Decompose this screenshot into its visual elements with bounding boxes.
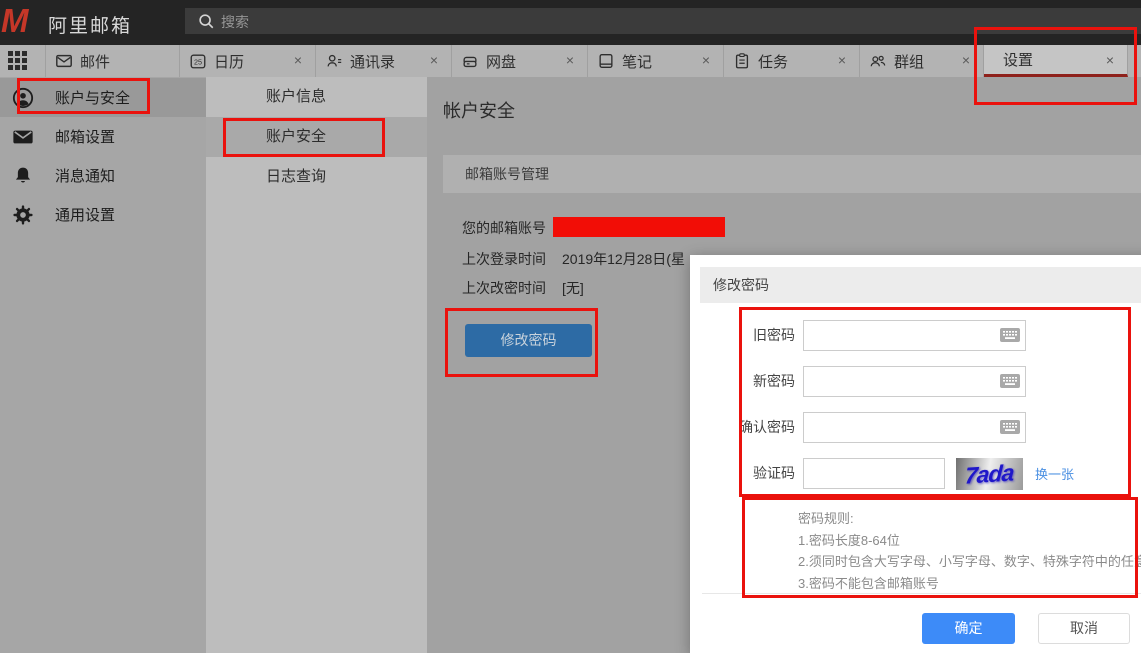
new-password-label: 新密码 bbox=[690, 366, 795, 397]
apps-grid-icon[interactable] bbox=[8, 51, 35, 71]
old-password-label: 旧密码 bbox=[690, 320, 795, 351]
drive-icon bbox=[461, 52, 479, 70]
sidebar-item-label: 邮箱设置 bbox=[55, 126, 115, 147]
tab-label: 网盘 bbox=[486, 51, 516, 72]
submenu-item-account-security[interactable]: 账户安全 bbox=[206, 117, 427, 157]
email-redaction-annotation bbox=[553, 217, 725, 237]
tab-label: 笔记 bbox=[622, 51, 652, 72]
tab-close-icon[interactable]: × bbox=[959, 52, 973, 68]
change-password-button[interactable]: 修改密码 bbox=[465, 324, 592, 357]
account-security-submenu: 账户信息账户安全日志查询 bbox=[206, 77, 427, 653]
dialog-footer-divider bbox=[702, 593, 1141, 594]
change-password-dialog: 修改密码 旧密码新密码确认密码验证码 7ada 换一张 密码规则:1.密码长度8… bbox=[690, 255, 1141, 653]
mail-icon bbox=[55, 52, 73, 70]
info-row-last-password-change: 上次改密时间[无] bbox=[462, 278, 546, 298]
confirm-password-label: 确认密码 bbox=[690, 412, 795, 443]
tab-close-icon[interactable]: × bbox=[563, 52, 577, 68]
alimail-logo-icon: M bbox=[1, 2, 29, 40]
captcha-label: 验证码 bbox=[690, 458, 795, 489]
sidebar-item-label: 通用设置 bbox=[55, 204, 115, 225]
search-icon bbox=[197, 12, 215, 30]
info-value: [无] bbox=[562, 278, 584, 298]
info-row-email-account: 您的邮箱账号 bbox=[462, 218, 546, 238]
mail-icon bbox=[12, 126, 34, 148]
tab-close-icon[interactable]: × bbox=[1103, 52, 1117, 68]
password-rules: 密码规则:1.密码长度8-64位2.须同时包含大写字母、小写字母、数字、特殊字符… bbox=[798, 508, 1141, 594]
captcha-text: 7ada bbox=[964, 459, 1014, 490]
tab-groups[interactable]: 群组 × bbox=[860, 45, 984, 77]
tab-tasks[interactable]: 任务 × bbox=[724, 45, 860, 77]
tab-calendar[interactable]: 25 日历 × bbox=[180, 45, 316, 77]
dialog-title: 修改密码 bbox=[700, 267, 1141, 303]
account-icon bbox=[12, 87, 34, 109]
tab-close-icon[interactable]: × bbox=[427, 52, 441, 68]
tab-label: 群组 bbox=[894, 51, 924, 72]
confirm-button[interactable]: 确定 bbox=[922, 613, 1015, 644]
search-input[interactable] bbox=[219, 8, 1123, 36]
tab-bar: 邮件 25 日历 × 通讯录 × 网盘 × 笔记 × 任务 × 群组 × 设置 × bbox=[0, 45, 1141, 77]
submenu-item-log-query[interactable]: 日志查询 bbox=[206, 157, 427, 197]
tasks-icon bbox=[733, 52, 751, 70]
keyboard-icon[interactable] bbox=[1000, 420, 1020, 434]
captcha-input[interactable] bbox=[803, 458, 945, 489]
groups-icon bbox=[869, 52, 887, 70]
info-row-last-login-time: 上次登录时间2019年12月28日(星 bbox=[462, 249, 546, 269]
refresh-captcha-link[interactable]: 换一张 bbox=[1035, 464, 1074, 483]
old-password-input[interactable] bbox=[803, 320, 1026, 351]
new-password-input[interactable] bbox=[803, 366, 1026, 397]
sidebar-item-account-and-security[interactable]: 账户与安全 bbox=[0, 78, 206, 117]
sidebar-item-label: 账户与安全 bbox=[55, 87, 130, 108]
tab-close-icon[interactable]: × bbox=[291, 52, 305, 68]
password-rule-line: 2.须同时包含大写字母、小写字母、数字、特殊字符中的任意三种 bbox=[798, 551, 1141, 573]
tab-label: 日历 bbox=[214, 51, 244, 72]
keyboard-icon[interactable] bbox=[1000, 328, 1020, 342]
search-box[interactable] bbox=[185, 8, 1141, 34]
sidebar-item-label: 消息通知 bbox=[55, 165, 115, 186]
info-label: 您的邮箱账号 bbox=[462, 220, 546, 236]
notes-icon bbox=[597, 52, 615, 70]
svg-text:25: 25 bbox=[194, 57, 202, 66]
tab-label: 邮件 bbox=[80, 51, 110, 72]
keyboard-icon[interactable] bbox=[1000, 374, 1020, 388]
tab-contacts[interactable]: 通讯录 × bbox=[316, 45, 452, 77]
info-value: 2019年12月28日(星 bbox=[562, 249, 685, 269]
settings-sidebar: 账户与安全邮箱设置消息通知通用设置 bbox=[0, 77, 206, 653]
sidebar-item-mailbox-settings[interactable]: 邮箱设置 bbox=[0, 117, 206, 156]
tab-drive[interactable]: 网盘 × bbox=[452, 45, 588, 77]
confirm-password-input[interactable] bbox=[803, 412, 1026, 443]
tab-settings[interactable]: 设置 × bbox=[984, 45, 1128, 77]
bell-icon bbox=[12, 165, 34, 187]
gear-icon bbox=[12, 204, 34, 226]
sidebar-item-message-notification[interactable]: 消息通知 bbox=[0, 156, 206, 195]
screen: M 阿里邮箱 邮件25日历×通讯录×网盘×笔记×任务×群组×设置× 账户与安全邮… bbox=[0, 0, 1141, 653]
tab-notes[interactable]: 笔记 × bbox=[588, 45, 724, 77]
contacts-icon bbox=[325, 52, 343, 70]
submenu-item-account-info[interactable]: 账户信息 bbox=[206, 77, 427, 117]
password-rule-line: 密码规则: bbox=[798, 508, 1141, 530]
app-title: 阿里邮箱 bbox=[48, 11, 132, 38]
tab-mail[interactable]: 邮件 bbox=[45, 45, 180, 77]
tab-close-icon[interactable]: × bbox=[699, 52, 713, 68]
page-title: 帐户安全 bbox=[443, 97, 515, 123]
tab-close-icon[interactable]: × bbox=[835, 52, 849, 68]
password-rule-line: 1.密码长度8-64位 bbox=[798, 530, 1141, 552]
captcha-image[interactable]: 7ada bbox=[956, 458, 1023, 490]
top-bar: M 阿里邮箱 bbox=[0, 0, 1141, 45]
info-label: 上次登录时间 bbox=[462, 251, 546, 267]
tab-label: 任务 bbox=[758, 51, 788, 72]
calendar-icon: 25 bbox=[189, 52, 207, 70]
info-label: 上次改密时间 bbox=[462, 280, 546, 296]
tab-label: 设置 bbox=[1003, 49, 1033, 70]
section-header: 邮箱账号管理 bbox=[443, 155, 1141, 193]
sidebar-item-general-settings[interactable]: 通用设置 bbox=[0, 195, 206, 234]
tab-label: 通讯录 bbox=[350, 51, 395, 72]
password-rule-line: 3.密码不能包含邮箱账号 bbox=[798, 573, 1141, 595]
cancel-button[interactable]: 取消 bbox=[1038, 613, 1130, 644]
